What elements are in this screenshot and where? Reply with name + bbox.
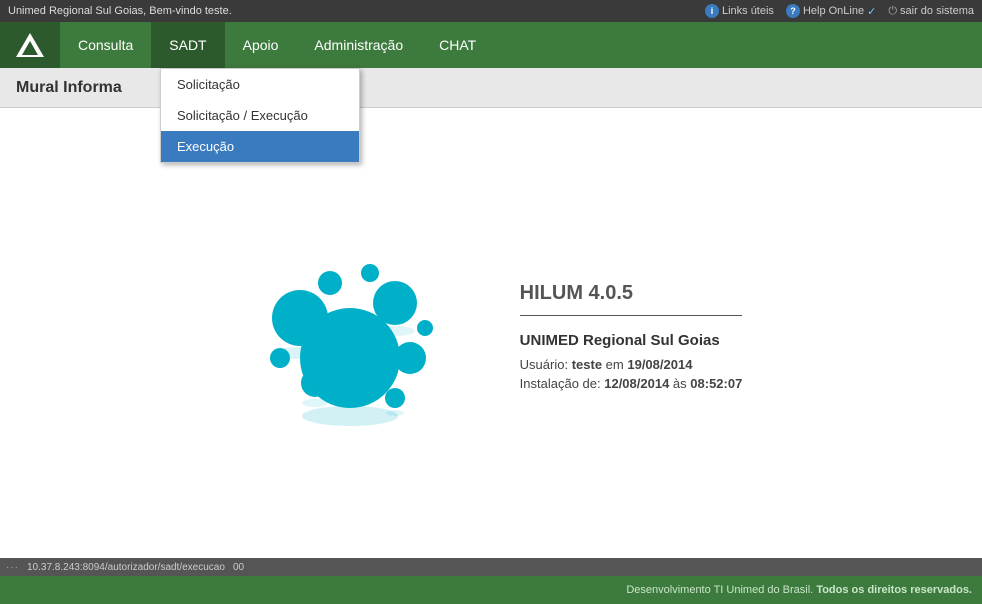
top-bar-actions: i Links úteis ? Help OnLine ✓ ⏻ sair do … xyxy=(705,4,974,18)
install-date: 12/08/2014 xyxy=(604,376,669,391)
user-date-label: em xyxy=(602,357,627,372)
top-bar: Unimed Regional Sul Goias, Bem-vindo tes… xyxy=(0,0,982,22)
status-extra: 00 xyxy=(233,562,244,573)
logo xyxy=(0,22,60,68)
footer-right-bold: Todos os direitos reservados. xyxy=(816,584,972,596)
nav-chat[interactable]: CHAT xyxy=(421,22,494,68)
nav-apoio[interactable]: Apoio xyxy=(225,22,297,68)
company-name: UNIMED Regional Sul Goias xyxy=(520,332,743,349)
user-label: Usuário: xyxy=(520,357,572,372)
nav-sadt[interactable]: SADT xyxy=(151,22,224,68)
install-time-label: às xyxy=(669,376,690,391)
dropdown-item-solicitacao-execucao[interactable]: Solicitação / Execução xyxy=(161,100,359,131)
nav-administracao[interactable]: Administração xyxy=(296,22,421,68)
dropdown-menu: Solicitação Solicitação / Execução Execu… xyxy=(160,68,360,163)
footer-right: Desenvolvimento TI Unimed do Brasil. Tod… xyxy=(626,584,972,596)
molecule-svg xyxy=(240,228,460,458)
info-panel: HILUM 4.0.5 UNIMED Regional Sul Goias Us… xyxy=(520,282,743,395)
status-bar: ··· 10.37.8.243:8094/autorizador/sadt/ex… xyxy=(0,558,982,576)
navbar: Consulta SADT Apoio Administração CHAT xyxy=(0,22,982,68)
install-label: Instalação de: xyxy=(520,376,605,391)
dropdown-item-execucao[interactable]: Execução xyxy=(161,131,359,162)
user-date: 19/08/2014 xyxy=(627,357,692,372)
logo-icon xyxy=(16,33,44,57)
logout-label: sair do sistema xyxy=(900,5,974,17)
help-icon: ? xyxy=(786,4,800,18)
app-title: HILUM 4.0.5 xyxy=(520,282,743,316)
main-content: HILUM 4.0.5 UNIMED Regional Sul Goias Us… xyxy=(0,108,982,568)
user-value: teste xyxy=(572,357,602,372)
links-uteis-label: Links úteis xyxy=(722,5,774,17)
footer-right-text: Desenvolvimento TI Unimed do Brasil. xyxy=(626,584,813,596)
links-uteis-link[interactable]: i Links úteis xyxy=(705,4,774,18)
molecule-graphic xyxy=(240,228,460,448)
help-label: Help OnLine xyxy=(803,5,864,17)
power-icon: ⏻ xyxy=(888,5,897,18)
logout-link[interactable]: ⏻ sair do sistema xyxy=(888,5,974,18)
page-title-bar: Mural Informa xyxy=(0,68,982,108)
top-bar-title: Unimed Regional Sul Goias, Bem-vindo tes… xyxy=(8,5,232,17)
status-dots: ··· xyxy=(6,562,19,573)
install-time: 08:52:07 xyxy=(690,376,742,391)
dropdown-item-solicitacao[interactable]: Solicitação xyxy=(161,69,359,100)
page-title: Mural Informa xyxy=(16,79,122,97)
install-line: Instalação de: 12/08/2014 às 08:52:07 xyxy=(520,376,743,391)
user-line: Usuário: teste em 19/08/2014 xyxy=(520,357,743,372)
nav-consulta[interactable]: Consulta xyxy=(60,22,151,68)
checkmark-icon: ✓ xyxy=(867,5,876,18)
status-url: 10.37.8.243:8094/autorizador/sadt/execuc… xyxy=(27,562,225,573)
help-link[interactable]: ? Help OnLine ✓ xyxy=(786,4,876,18)
info-icon: i xyxy=(705,4,719,18)
footer: Desenvolvimento TI Unimed do Brasil. Tod… xyxy=(0,576,982,604)
